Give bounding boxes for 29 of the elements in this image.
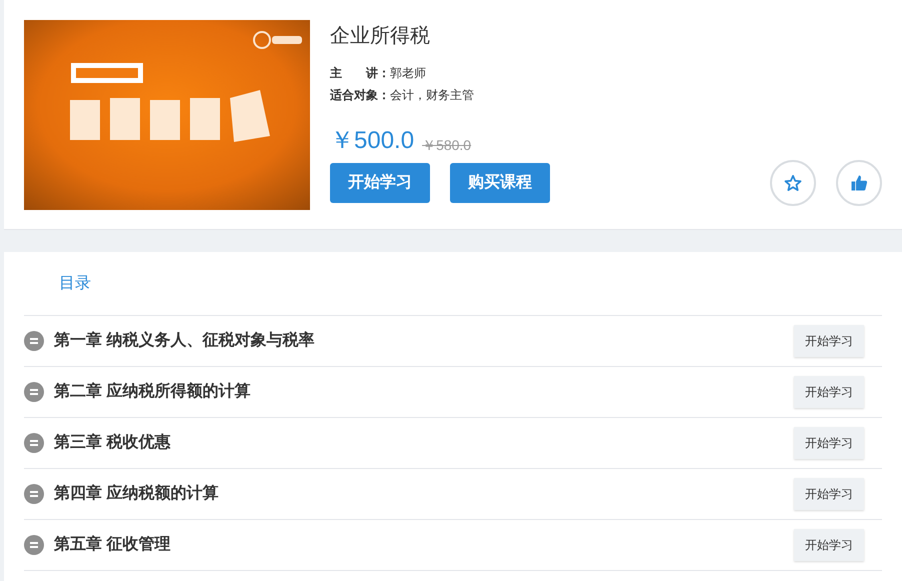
chapter-icon [24, 382, 44, 402]
lecturer-label: 主 讲： [330, 65, 390, 82]
chapter-icon [24, 484, 44, 504]
chapter-start-button[interactable]: 开始学习 [794, 529, 864, 561]
chapter-title[interactable]: 第三章 税收优惠 [54, 431, 170, 455]
audience-label: 适合对象： [330, 87, 390, 104]
chapter-title[interactable]: 第五章 征收管理 [54, 533, 170, 557]
chapter-title[interactable]: 第四章 应纳税额的计算 [54, 482, 218, 506]
start-learning-button[interactable]: 开始学习 [330, 163, 430, 203]
lecturer-name: 郭老师 [390, 65, 426, 82]
chapter-title[interactable]: 第一章 纳税义务人、征税对象与税率 [54, 329, 314, 353]
chapter-start-button[interactable]: 开始学习 [794, 478, 864, 510]
chapter-title[interactable]: 第二章 应纳税所得额的计算 [54, 380, 250, 404]
chapter-start-button[interactable]: 开始学习 [794, 325, 864, 357]
chapter-start-button[interactable]: 开始学习 [794, 376, 864, 408]
like-button[interactable] [836, 160, 882, 206]
price: ￥500.0 [330, 126, 414, 156]
thumbs-up-icon [850, 174, 868, 192]
original-price: ￥580.0 [422, 136, 472, 155]
audience-value: 会计，财务主管 [390, 87, 474, 104]
chapter-icon [24, 331, 44, 351]
star-icon [784, 174, 802, 192]
catalog-tab[interactable]: 目录 [59, 272, 91, 296]
chapter-icon [24, 535, 44, 555]
chapter-start-button[interactable]: 开始学习 [794, 427, 864, 459]
course-title: 企业所得税 [330, 24, 431, 49]
favorite-button[interactable] [770, 160, 816, 206]
chapter-icon [24, 433, 44, 453]
buy-course-button[interactable]: 购买课程 [450, 163, 550, 203]
